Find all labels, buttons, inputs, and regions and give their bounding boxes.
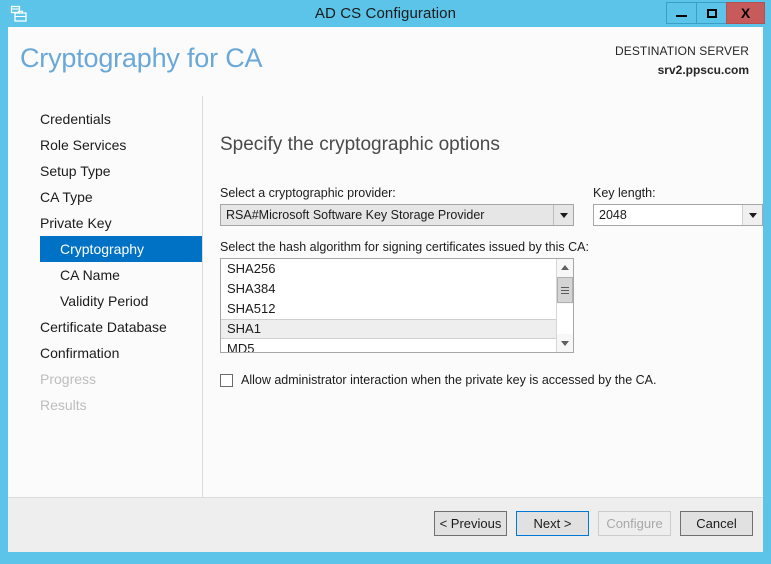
sidebar-item-certificate-database[interactable]: Certificate Database [8, 314, 202, 340]
client-area: Cryptography for CA DESTINATION SERVER s… [8, 27, 763, 552]
section-title: Specify the cryptographic options [220, 134, 500, 155]
page-title: Cryptography for CA [20, 43, 263, 73]
sidebar-item-confirmation[interactable]: Confirmation [8, 340, 202, 366]
hash-algorithm-list: SHA256 SHA384 SHA512 SHA1 MD5 [221, 259, 556, 352]
maximize-button[interactable] [696, 2, 726, 24]
list-item[interactable]: SHA512 [221, 299, 556, 319]
cancel-button[interactable]: Cancel [680, 511, 753, 536]
window-controls: X [666, 2, 765, 24]
scroll-up-button[interactable] [557, 259, 573, 276]
allow-admin-interaction-checkbox[interactable] [220, 373, 233, 387]
close-icon: X [740, 5, 751, 21]
chevron-down-icon [748, 212, 757, 218]
sidebar-divider [202, 96, 203, 516]
maximize-icon [706, 8, 717, 18]
list-item[interactable]: MD5 [221, 339, 556, 352]
allow-admin-interaction-row: Allow administrator interaction when the… [220, 373, 656, 387]
scrollbar-track[interactable] [557, 304, 573, 334]
previous-button[interactable]: < Previous [434, 511, 507, 536]
sidebar-item-role-services[interactable]: Role Services [8, 132, 202, 158]
provider-dropdown-arrow-button[interactable] [553, 205, 573, 225]
provider-label: Select a cryptographic provider: [220, 186, 396, 200]
sidebar-item-ca-type[interactable]: CA Type [8, 184, 202, 210]
destination-server-label: DESTINATION SERVER [614, 44, 749, 58]
sidebar-item-results: Results [40, 397, 87, 413]
key-length-dropdown-arrow-button[interactable] [742, 205, 762, 225]
key-length-label: Key length: [593, 186, 656, 200]
wizard-body: Credentials Role Services Setup Type CA … [8, 96, 763, 522]
chevron-up-icon [561, 265, 569, 270]
next-button[interactable]: Next > [516, 511, 589, 536]
cryptographic-provider-combobox[interactable]: RSA#Microsoft Software Key Storage Provi… [220, 204, 574, 226]
scroll-down-button[interactable] [557, 335, 573, 352]
key-length-value: 2048 [599, 208, 627, 222]
key-length-combobox[interactable]: 2048 [593, 204, 763, 226]
minimize-button[interactable] [666, 2, 696, 24]
content-pane: Specify the cryptographic options Select… [220, 96, 763, 522]
list-item[interactable]: SHA1 [221, 319, 556, 339]
wizard-footer: < Previous Next > Configure Cancel [8, 497, 763, 552]
chevron-down-icon [561, 341, 569, 346]
destination-server-name: srv2.ppscu.com [657, 63, 749, 77]
scrollbar-thumb[interactable] [557, 277, 573, 303]
wizard-header: Cryptography for CA DESTINATION SERVER s… [8, 27, 763, 96]
configure-button: Configure [598, 511, 671, 536]
wizard-steps-nav: Credentials Role Services Setup Type CA … [8, 106, 202, 418]
minimize-icon [676, 15, 687, 17]
grip-lines-icon [561, 286, 569, 294]
sidebar-item-progress: Progress [40, 371, 97, 387]
sidebar-item-validity-period[interactable]: Validity Period [8, 288, 202, 314]
hash-list-scrollbar[interactable] [556, 259, 573, 352]
window-title: AD CS Configuration [314, 5, 457, 22]
hash-algorithm-label: Select the hash algorithm for signing ce… [220, 240, 589, 254]
sidebar-item-credentials[interactable]: Credentials [8, 106, 202, 132]
hash-algorithm-listbox[interactable]: SHA256 SHA384 SHA512 SHA1 MD5 [220, 258, 574, 353]
sidebar-item-private-key[interactable]: Private Key [8, 210, 202, 236]
sidebar-item-setup-type[interactable]: Setup Type [8, 158, 202, 184]
sidebar-item-cryptography[interactable]: Cryptography [40, 236, 202, 262]
allow-admin-interaction-label[interactable]: Allow administrator interaction when the… [241, 373, 656, 387]
list-item[interactable]: SHA256 [221, 259, 556, 279]
title-bar: AD CS Configuration X [0, 0, 771, 27]
close-button[interactable]: X [726, 2, 765, 24]
destination-server-block: DESTINATION SERVER srv2.ppscu.com [615, 44, 749, 77]
list-item[interactable]: SHA384 [221, 279, 556, 299]
footer-button-group: < Previous Next > Configure Cancel [434, 511, 753, 536]
adcs-configuration-window: AD CS Configuration X Cryptography for C… [0, 0, 771, 564]
chevron-down-icon [559, 212, 568, 218]
cryptographic-provider-value: RSA#Microsoft Software Key Storage Provi… [226, 208, 485, 222]
sidebar-item-ca-name[interactable]: CA Name [8, 262, 202, 288]
